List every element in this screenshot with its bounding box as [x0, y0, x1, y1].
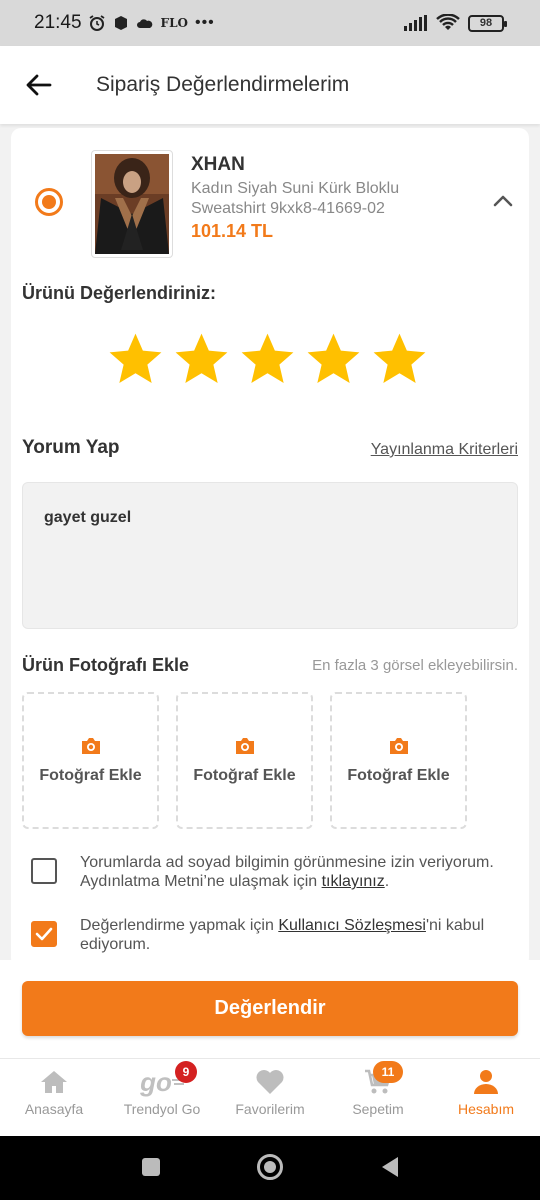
recent-apps-button[interactable] [142, 1158, 160, 1176]
status-right: 98 [404, 14, 507, 32]
alarm-icon [89, 15, 105, 31]
package-icon [114, 16, 127, 30]
add-photo-label: Fotoğraf Ekle [193, 766, 296, 784]
product-select-radio[interactable] [35, 188, 63, 216]
photo-label: Ürün Fotoğrafı Ekle [22, 655, 190, 675]
signal-icon [404, 15, 427, 31]
nav-item-trendyol-go[interactable]: go 9 Trendyol Go [108, 1059, 216, 1136]
product-price: 101.14 TL [191, 221, 274, 241]
radio-selected-dot [42, 195, 56, 209]
agreement-text: Değerlendirme yapmak için Kullanıcı Sözl… [80, 917, 485, 953]
status-time: 21:45 [34, 12, 82, 33]
star-icon[interactable] [371, 330, 428, 387]
chevron-up-icon [493, 195, 513, 207]
cloud-icon [136, 19, 152, 28]
star-icon[interactable] [305, 330, 362, 387]
nav-item-home[interactable]: Anasayfa [0, 1059, 108, 1136]
publishing-criteria-link[interactable]: Yayınlanma Kriterleri [371, 441, 518, 459]
name-visibility-text: Yorumlarda ad soyad bilgimin görünmesine… [80, 854, 494, 890]
disclosure-link[interactable]: tıklayınız [322, 873, 385, 890]
status-carrier-text: FLO [160, 16, 188, 30]
star-rating [107, 330, 428, 387]
photo-hint: En fazla 3 görsel ekleyebilirsin. [312, 657, 518, 674]
star-icon[interactable] [239, 330, 296, 387]
system-back-button[interactable] [380, 1156, 400, 1178]
home-icon [41, 1071, 67, 1093]
arrow-left-icon [26, 74, 52, 96]
rating-label: Ürünü Değerlendiriniz: [22, 283, 217, 303]
agreement-consent: Değerlendirme yapmak için Kullanıcı Sözl… [31, 916, 501, 954]
comment-textarea[interactable]: gayet guzel [22, 482, 518, 629]
user-agreement-link[interactable]: Kullanıcı Sözleşmesi [278, 917, 426, 934]
product-brand: XHAN [191, 154, 245, 175]
camera-icon [389, 737, 408, 754]
star-icon[interactable] [173, 330, 230, 387]
user-icon [474, 1070, 498, 1094]
sweatshirt-image-icon [95, 154, 169, 254]
nav-item-account[interactable]: Hesabım [432, 1059, 540, 1136]
product-image [91, 150, 173, 258]
camera-icon [235, 737, 254, 754]
add-photo-slot-1[interactable]: Fotoğraf Ekle [22, 692, 159, 829]
wifi-icon [436, 14, 460, 30]
nav-label-account: Hesabım [457, 1101, 515, 1117]
add-photo-label: Fotoğraf Ekle [39, 766, 142, 784]
status-bar: 21:45 FLO ••• 98 [0, 0, 540, 46]
go-badge: 9 [175, 1061, 197, 1083]
nav-label-cart: Sepetim [352, 1101, 404, 1117]
heart-icon [256, 1070, 284, 1094]
name-visibility-checkbox[interactable] [31, 858, 57, 884]
back-button[interactable] [22, 68, 56, 102]
product-name: Kadın Siyah Suni Kürk Bloklu Sweatshirt … [191, 180, 400, 217]
home-button[interactable] [257, 1154, 283, 1180]
more-notifications-icon: ••• [194, 14, 215, 31]
add-photo-slot-2[interactable]: Fotoğraf Ekle [176, 692, 313, 829]
nav-label-favorites: Favorilerim [235, 1101, 305, 1117]
page-title: Sipariş Değerlendirmelerim [96, 73, 350, 96]
nav-label-go: Trendyol Go [123, 1101, 201, 1117]
bottom-navigation: Anasayfa go 9 Trendyol Go Favorilerim 11… [0, 1058, 540, 1136]
app-header: Sipariş Değerlendirmelerim [0, 46, 540, 124]
collapse-button[interactable] [493, 194, 513, 212]
battery-icon: 98 [468, 14, 507, 32]
review-card: XHAN Kadın Siyah Suni Kürk Bloklu Sweats… [11, 128, 529, 968]
star-icon[interactable] [107, 330, 164, 387]
nav-item-cart[interactable]: 11 Sepetim [324, 1059, 432, 1136]
checkmark-icon [35, 927, 53, 941]
nav-label-home: Anasayfa [24, 1101, 84, 1117]
agreement-checkbox[interactable] [31, 921, 57, 947]
name-visibility-consent: Yorumlarda ad soyad bilgimin görünmesine… [31, 853, 501, 891]
nav-item-favorites[interactable]: Favorilerim [216, 1059, 324, 1136]
cart-badge: 11 [373, 1061, 403, 1083]
add-photo-label: Fotoğraf Ekle [347, 766, 450, 784]
submit-review-button[interactable]: Değerlendir [22, 981, 518, 1036]
add-photo-slot-3[interactable]: Fotoğraf Ekle [330, 692, 467, 829]
camera-icon [81, 737, 100, 754]
system-navigation-bar [0, 1136, 540, 1200]
comment-label: Yorum Yap [22, 437, 120, 458]
go-logo-text: go [140, 1067, 172, 1097]
status-icons-left: FLO ••• [88, 14, 215, 32]
